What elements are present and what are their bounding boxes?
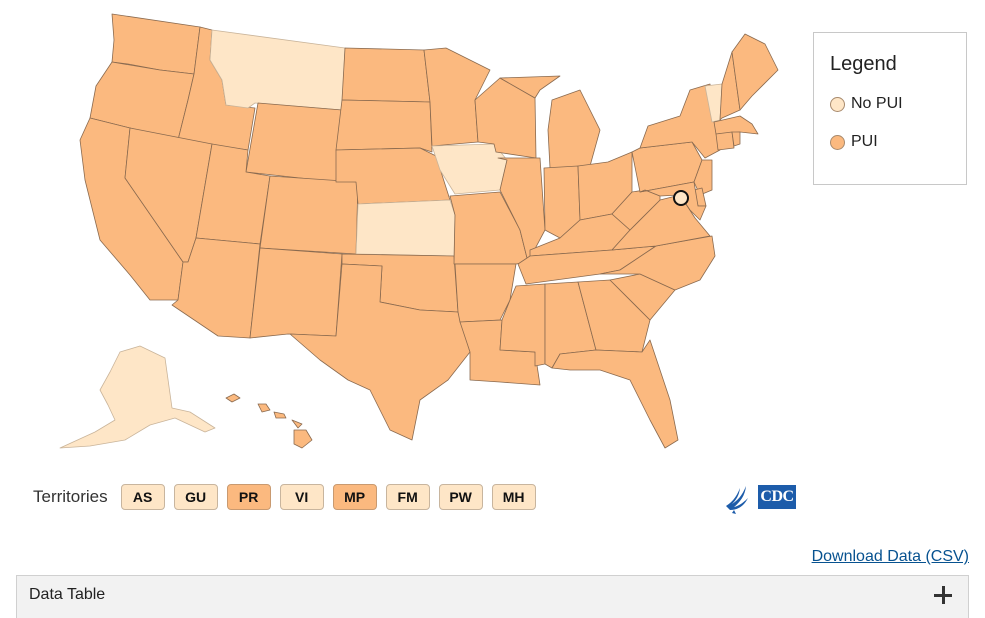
legend-title: Legend [830,53,897,75]
state-CT[interactable] [715,131,735,151]
state-KS[interactable] [355,199,456,257]
cdc-logo: CDC [758,485,796,509]
data-table-toggle[interactable]: Data Table [16,575,969,618]
territory-button-as[interactable]: AS [120,484,165,510]
plus-icon[interactable] [934,586,952,604]
state-SD[interactable] [335,99,433,153]
no-pui-swatch-icon [830,96,845,112]
territories-bar: Territories AS GU PR VI MP FM PW MH [33,484,545,510]
pui-swatch-icon [830,134,845,150]
legend-item-no-pui: No PUI [830,95,903,113]
territory-button-mh[interactable]: MH [491,484,536,510]
territory-button-vi[interactable]: VI [279,484,324,510]
state-CO[interactable] [259,175,359,255]
legend-item-pui: PUI [830,133,878,151]
us-map [59,13,779,449]
legend-label-pui: PUI [851,133,878,150]
territory-button-fm[interactable]: FM [385,484,430,510]
download-csv-link[interactable]: Download Data (CSV) [812,548,969,566]
state-FL[interactable] [551,339,679,449]
territories-label: Territories [33,487,108,506]
legend: Legend No PUI PUI [813,32,967,185]
hhs-eagle-icon [726,486,748,514]
data-table-label: Data Table [29,586,106,603]
state-NM[interactable] [249,247,343,339]
logos: CDC [722,480,796,514]
territory-button-pw[interactable]: PW [438,484,483,510]
state-ND[interactable] [341,47,431,103]
legend-label-no-pui: No PUI [851,95,903,112]
state-AK[interactable] [59,345,216,449]
state-HI[interactable] [225,393,313,449]
territory-button-pr[interactable]: PR [226,484,271,510]
state-WY[interactable] [245,102,343,183]
territory-button-gu[interactable]: GU [173,484,218,510]
state-ME[interactable] [731,33,779,111]
territory-button-mp[interactable]: MP [332,484,377,510]
dc-marker[interactable] [673,190,689,206]
state-MT[interactable] [209,29,346,111]
